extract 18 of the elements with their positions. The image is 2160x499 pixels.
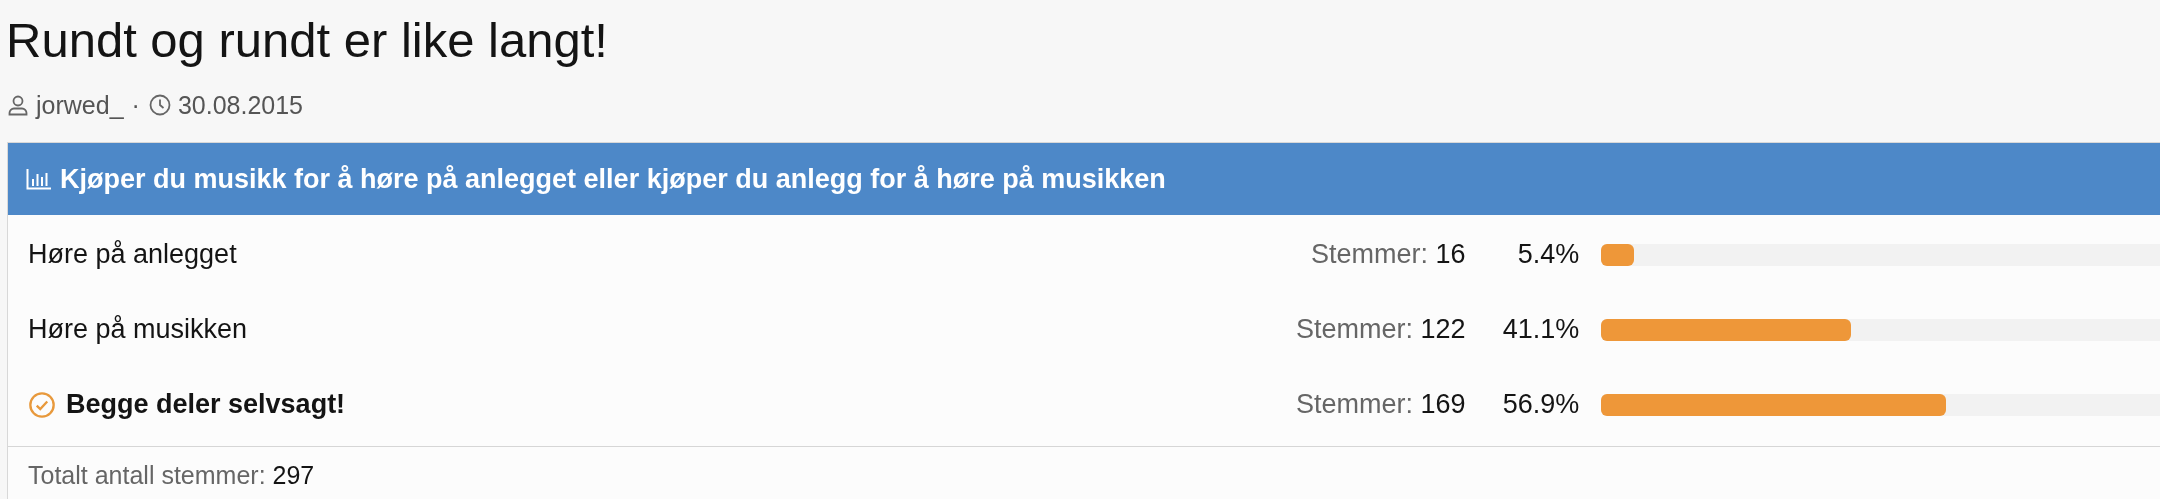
bar-chart-icon [26,168,52,190]
option-label: Høre på anlegget [28,239,237,270]
option-label: Høre på musikken [28,314,248,345]
vote-percent: 56.9% [1501,389,1580,420]
poll-question: Kjøper du musikk for å høre på anlegget eller kjøper du anlegg for å høre på musikken [60,163,1166,195]
option-label: Begge deler selvsagt! [66,389,346,420]
author-link[interactable]: jorwed_ [36,90,124,120]
total-votes: Totalt antall stemmer: 297 [28,461,315,489]
vote-count: Stemmer: 122 [1294,314,1466,345]
vote-percent: 41.1% [1501,314,1580,345]
separator-dot: · [131,90,140,120]
vote-percent: 5.4% [1516,239,1580,270]
user-icon [6,93,30,117]
thread-title: Rundt og rundt er like langt! [5,12,609,69]
post-date: 30.08.2015 [177,90,303,120]
clock-icon [147,93,172,117]
vote-count: Stemmer: 169 [1294,389,1466,420]
vote-count: Stemmer: 16 [1309,239,1466,270]
